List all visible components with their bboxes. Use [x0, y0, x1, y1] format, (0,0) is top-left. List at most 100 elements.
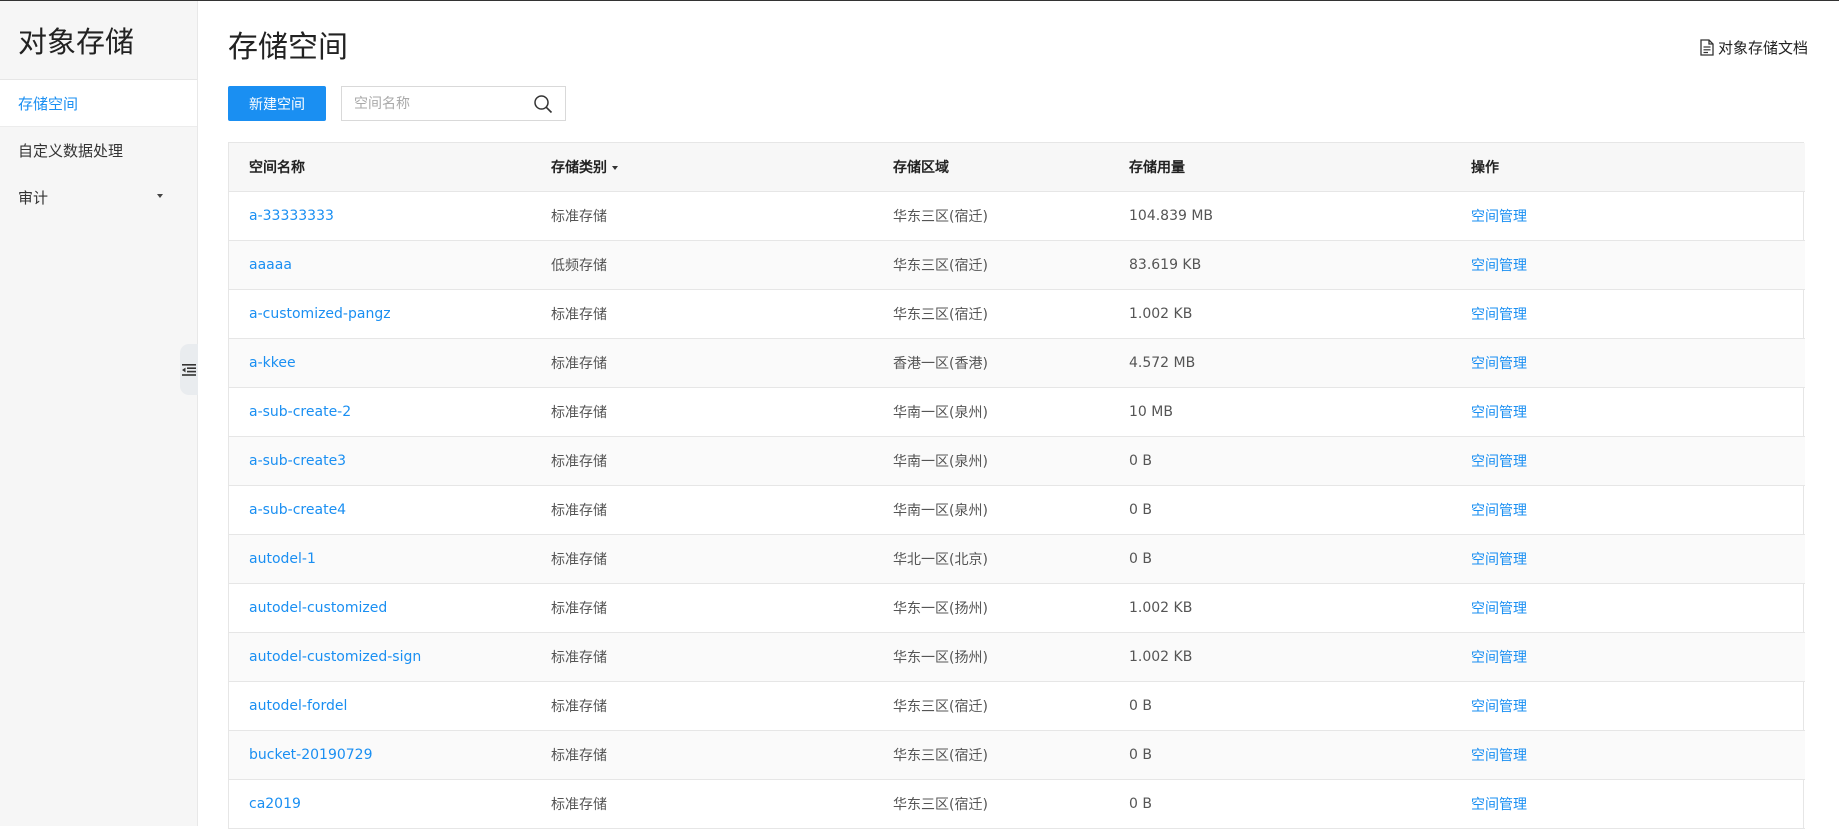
usage-cell: 0 B [1109, 534, 1451, 584]
sidebar-item-label: 自定义数据处理 [18, 142, 124, 160]
column-header-label: 存储类别 [551, 159, 607, 176]
manage-bucket-link[interactable]: 空间管理 [1471, 454, 1527, 470]
usage-cell: 0 B [1109, 730, 1451, 780]
bucket-name-link[interactable]: a-kkee [249, 355, 296, 371]
storage-class-cell: 标准存储 [531, 681, 873, 731]
bucket-name-link[interactable]: autodel-1 [249, 551, 316, 567]
bucket-name-link[interactable]: a-customized-pangz [249, 306, 391, 322]
docs-link[interactable]: 对象存储文档 [1700, 37, 1808, 58]
document-icon [1700, 39, 1714, 56]
column-header-storage-class[interactable]: 存储类别 [531, 143, 873, 192]
manage-bucket-link[interactable]: 空间管理 [1471, 405, 1527, 421]
column-header-region: 存储区域 [873, 143, 1109, 192]
manage-bucket-link[interactable]: 空间管理 [1471, 356, 1527, 372]
usage-cell: 104.839 MB [1109, 191, 1451, 241]
sidebar: 对象存储 存储空间 自定义数据处理 审计 [0, 1, 198, 826]
sidebar-item-buckets[interactable]: 存储空间 [0, 80, 197, 127]
bucket-name-link[interactable]: autodel-fordel [249, 698, 347, 714]
table-header-row: 空间名称 存储类别 存储区域 存储用量 操作 [229, 143, 1805, 192]
manage-bucket-link[interactable]: 空间管理 [1471, 258, 1527, 274]
table-row: autodel-1 标准存储 华北一区(北京) 0 B 空间管理 [229, 534, 1805, 584]
sidebar-item-label: 存储空间 [18, 94, 79, 113]
storage-class-cell: 标准存储 [531, 191, 873, 241]
region-cell: 华北一区(北京) [873, 534, 1109, 584]
table-row: aaaaa 低频存储 华东三区(宿迁) 83.619 KB 空间管理 [229, 240, 1805, 290]
manage-bucket-link[interactable]: 空间管理 [1471, 797, 1527, 813]
column-header-name: 空间名称 [229, 143, 531, 192]
usage-cell: 83.619 KB [1109, 240, 1451, 290]
storage-class-cell: 低频存储 [531, 240, 873, 290]
column-header-actions: 操作 [1451, 143, 1805, 192]
search-icon[interactable] [533, 94, 553, 114]
region-cell: 华东一区(扬州) [873, 632, 1109, 682]
table-row: ca2019 标准存储 华东三区(宿迁) 0 B 空间管理 [229, 779, 1805, 829]
region-cell: 华东三区(宿迁) [873, 730, 1109, 780]
region-cell: 华东一区(扬州) [873, 583, 1109, 633]
sidebar-item-audit[interactable]: 审计 [0, 174, 197, 221]
manage-bucket-link[interactable]: 空间管理 [1471, 601, 1527, 617]
docs-link-label: 对象存储文档 [1717, 39, 1808, 57]
region-cell: 香港一区(香港) [873, 338, 1109, 388]
manage-bucket-link[interactable]: 空间管理 [1471, 650, 1527, 666]
manage-bucket-link[interactable]: 空间管理 [1471, 503, 1527, 519]
bucket-table: 空间名称 存储类别 存储区域 存储用量 操作 a-33333333 标准存储 华… [228, 142, 1805, 829]
search-box [341, 86, 566, 121]
region-cell: 华东三区(宿迁) [873, 681, 1109, 731]
collapse-sidebar-icon [182, 363, 196, 376]
usage-cell: 1.002 KB [1109, 632, 1451, 682]
manage-bucket-link[interactable]: 空间管理 [1471, 552, 1527, 568]
bucket-name-link[interactable]: autodel-customized-sign [249, 649, 421, 665]
usage-cell: 0 B [1109, 485, 1451, 535]
region-cell: 华东三区(宿迁) [873, 191, 1109, 241]
usage-cell: 0 B [1109, 681, 1451, 731]
bucket-name-search-input[interactable] [342, 87, 536, 120]
table-row: autodel-customized-sign 标准存储 华东一区(扬州) 1.… [229, 632, 1805, 682]
storage-class-cell: 标准存储 [531, 779, 873, 829]
usage-cell: 0 B [1109, 779, 1451, 829]
bucket-name-link[interactable]: ca2019 [249, 796, 301, 812]
usage-cell: 1.002 KB [1109, 583, 1451, 633]
region-cell: 华南一区(泉州) [873, 387, 1109, 437]
sidebar-item-label: 审计 [18, 189, 49, 207]
column-header-usage: 存储用量 [1109, 143, 1451, 192]
bucket-name-link[interactable]: autodel-customized [249, 600, 387, 616]
manage-bucket-link[interactable]: 空间管理 [1471, 748, 1527, 764]
usage-cell: 4.572 MB [1109, 338, 1451, 388]
region-cell: 华南一区(泉州) [873, 436, 1109, 486]
storage-class-cell: 标准存储 [531, 583, 873, 633]
table-row: a-customized-pangz 标准存储 华东三区(宿迁) 1.002 K… [229, 289, 1805, 339]
region-cell: 华东三区(宿迁) [873, 779, 1109, 829]
storage-class-cell: 标准存储 [531, 485, 873, 535]
bucket-name-link[interactable]: bucket-20190729 [249, 747, 372, 763]
bucket-name-link[interactable]: a-sub-create-2 [249, 404, 351, 420]
storage-class-cell: 标准存储 [531, 387, 873, 437]
usage-cell: 0 B [1109, 436, 1451, 486]
manage-bucket-link[interactable]: 空间管理 [1471, 307, 1527, 323]
table-row: autodel-customized 标准存储 华东一区(扬州) 1.002 K… [229, 583, 1805, 633]
bucket-name-link[interactable]: a-33333333 [249, 208, 334, 224]
table-row: a-sub-create4 标准存储 华南一区(泉州) 0 B 空间管理 [229, 485, 1805, 535]
table-row: bucket-20190729 标准存储 华东三区(宿迁) 0 B 空间管理 [229, 730, 1805, 780]
storage-class-cell: 标准存储 [531, 730, 873, 780]
storage-class-cell: 标准存储 [531, 534, 873, 584]
main-content: 存储空间 对象存储文档 新建空间 空间名称 存储类别 [228, 0, 1808, 829]
bucket-name-link[interactable]: a-sub-create3 [249, 453, 346, 469]
bucket-name-link[interactable]: a-sub-create4 [249, 502, 346, 518]
usage-cell: 10 MB [1109, 387, 1451, 437]
manage-bucket-link[interactable]: 空间管理 [1471, 699, 1527, 715]
storage-class-cell: 标准存储 [531, 338, 873, 388]
table-row: a-sub-create-2 标准存储 华南一区(泉州) 10 MB 空间管理 [229, 387, 1805, 437]
sort-caret-icon[interactable] [612, 165, 618, 170]
sidebar-brand-title: 对象存储 [0, 1, 197, 80]
manage-bucket-link[interactable]: 空间管理 [1471, 209, 1527, 225]
storage-class-cell: 标准存储 [531, 632, 873, 682]
sidebar-item-custom-processing[interactable]: 自定义数据处理 [0, 127, 197, 174]
usage-cell: 1.002 KB [1109, 289, 1451, 339]
storage-class-cell: 标准存储 [531, 289, 873, 339]
bucket-name-link[interactable]: aaaaa [249, 257, 292, 273]
table-row: a-kkee 标准存储 香港一区(香港) 4.572 MB 空间管理 [229, 338, 1805, 388]
region-cell: 华东三区(宿迁) [873, 289, 1109, 339]
new-bucket-button[interactable]: 新建空间 [228, 86, 326, 121]
table-row: a-33333333 标准存储 华东三区(宿迁) 104.839 MB 空间管理 [229, 191, 1805, 241]
collapse-sidebar-button[interactable] [180, 344, 198, 395]
